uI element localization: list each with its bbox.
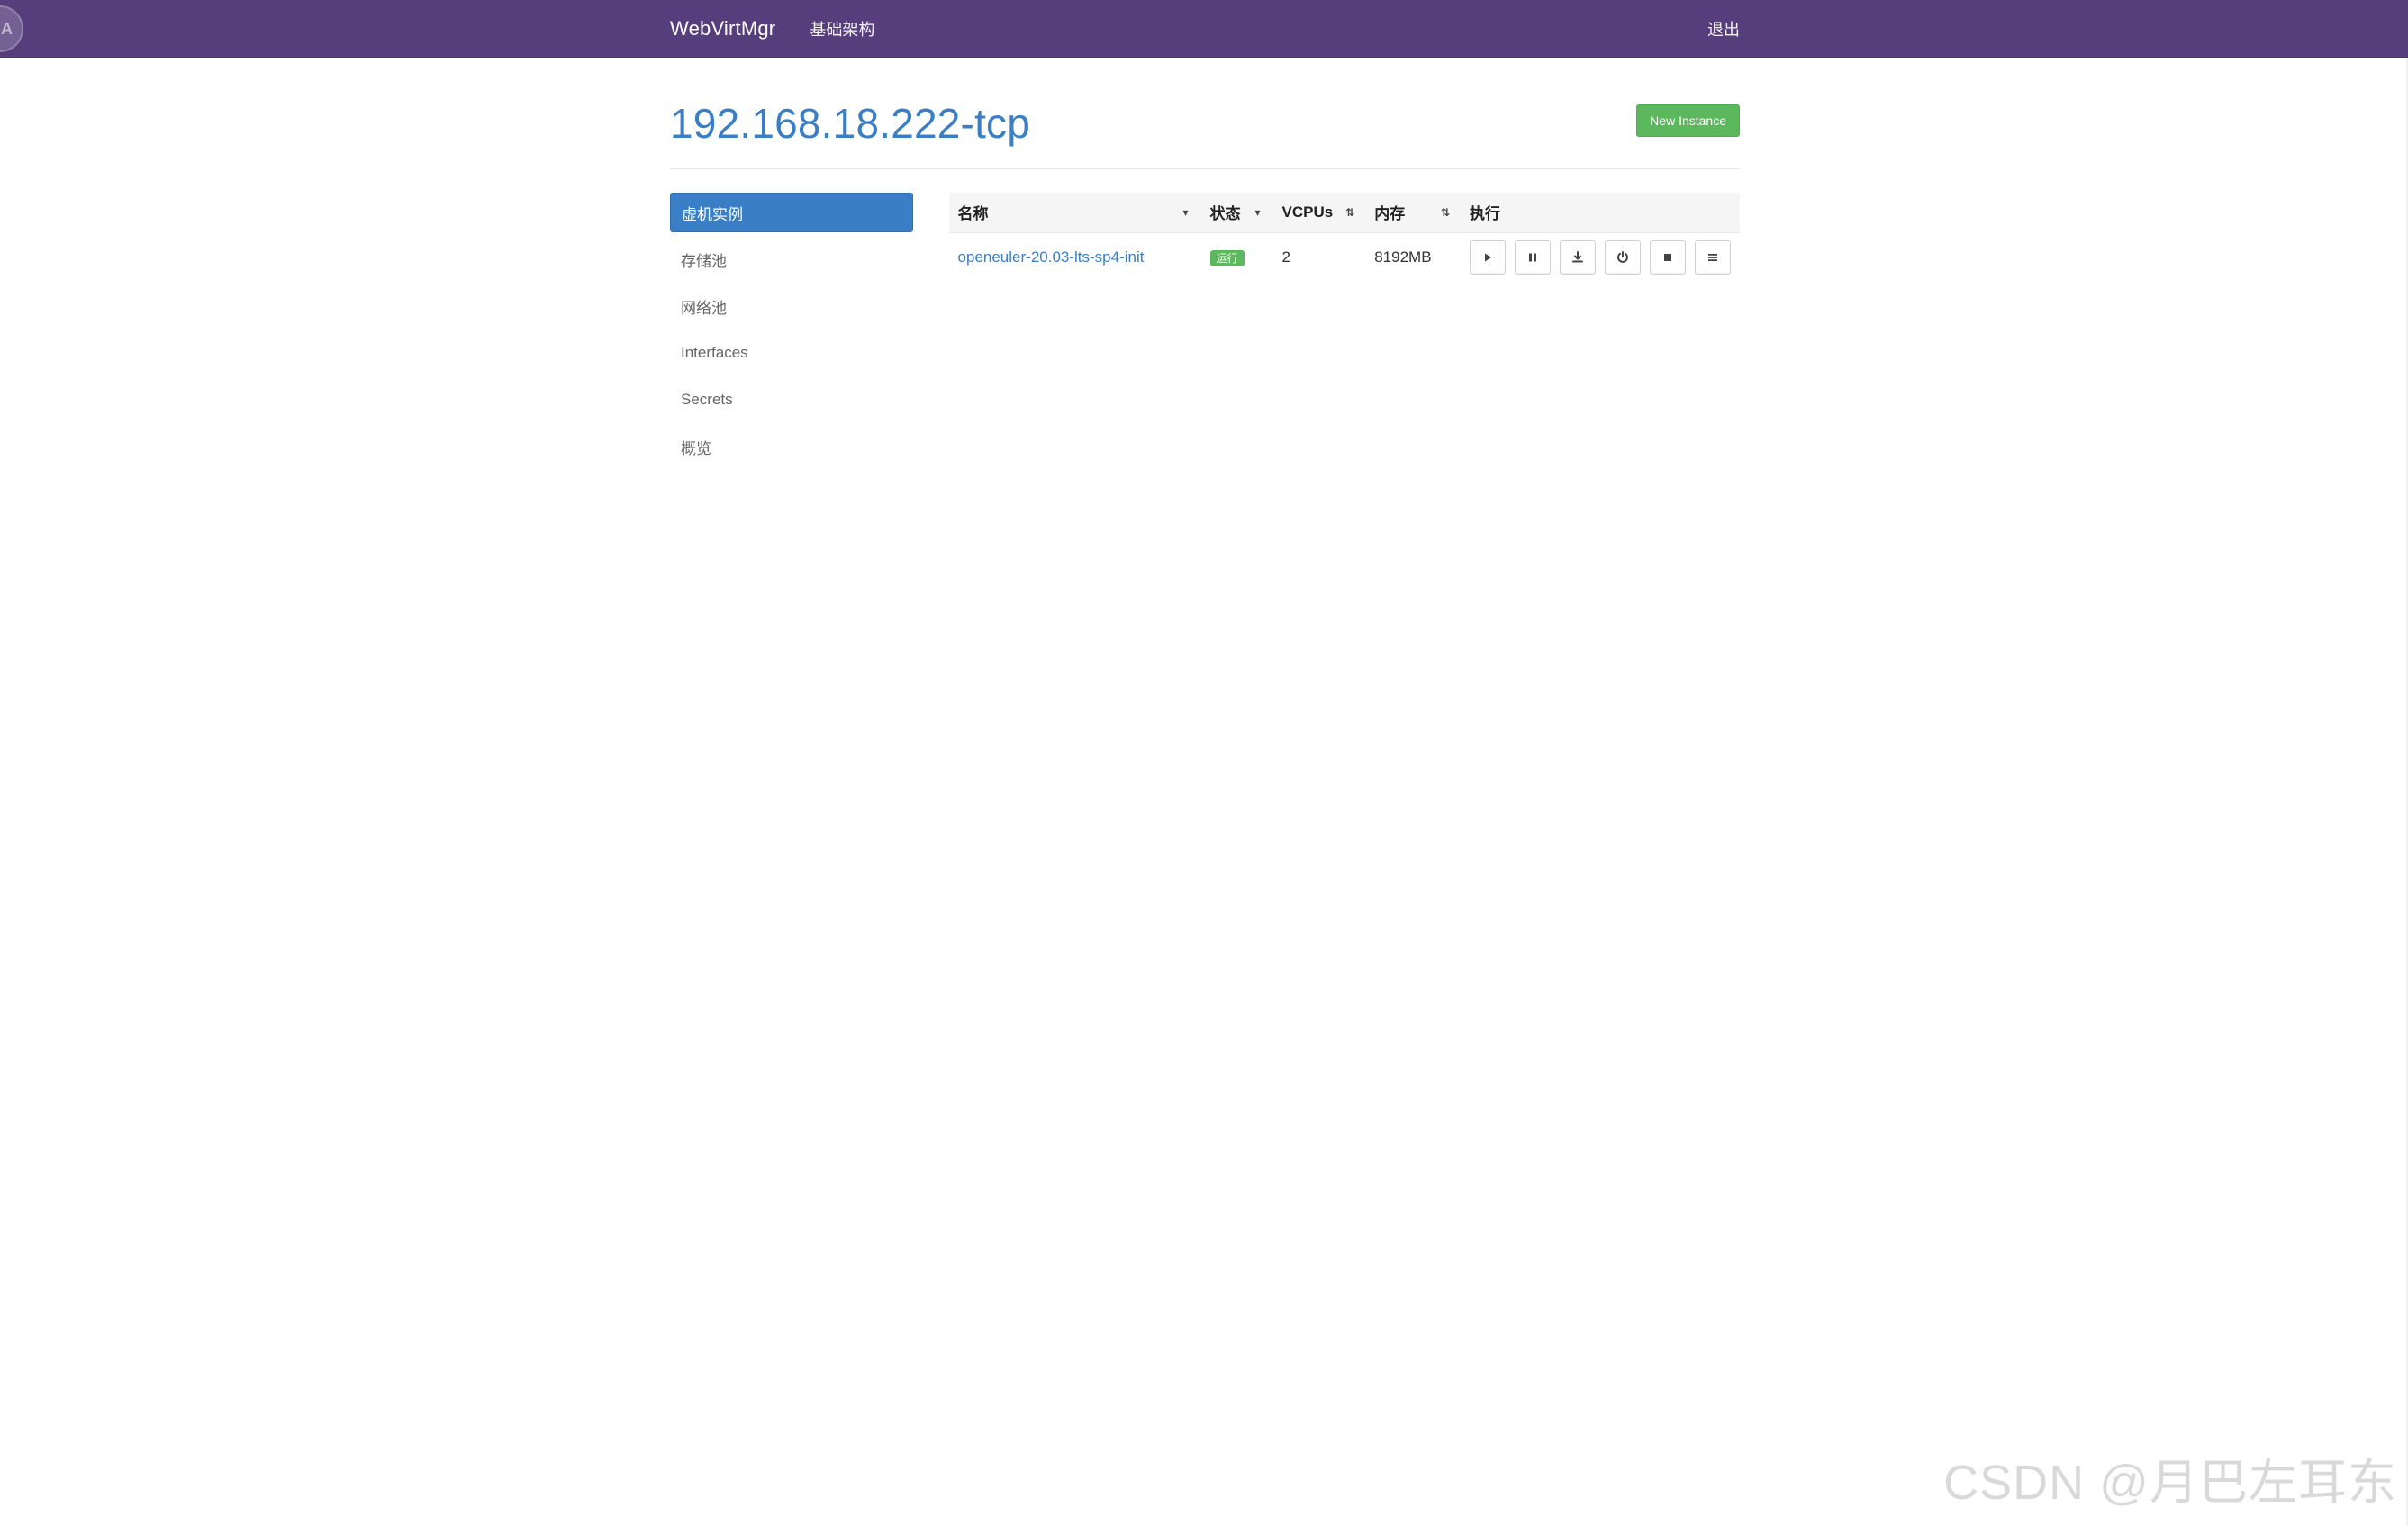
sidebar-item-interfaces[interactable]: Interfaces <box>670 333 913 373</box>
column-header-label: VCPUs <box>1281 203 1334 221</box>
page-title: 192.168.18.222-tcp <box>670 100 1031 147</box>
memory-value: 8192MB <box>1374 248 1432 266</box>
sidebar-item-label: 虚机实例 <box>682 205 743 223</box>
page-header: 192.168.18.222-tcp New Instance <box>670 58 1740 169</box>
actions-toolbar <box>1470 240 1731 275</box>
column-header-vcpus-inner: VCPUs ⇅ <box>1282 203 1357 221</box>
column-header-actions-inner: 执行 <box>1470 201 1731 223</box>
sidebar-item-network-pools[interactable]: 网络池 <box>670 286 913 326</box>
sidebar-item-storage-pools[interactable]: 存储池 <box>670 239 913 279</box>
brand-link[interactable]: WebVirtMgr <box>670 17 775 41</box>
stop-icon <box>1664 254 1671 262</box>
left-sidebar: 虚机实例 存储池 网络池 Interfaces Secrets 概览 <box>670 193 913 466</box>
sidebar-item-label: 网络池 <box>681 299 727 317</box>
top-navbar: A WebVirtMgr 基础架构 退出 <box>0 0 2408 58</box>
column-header-name-inner: 名称 ▾ <box>958 201 1192 223</box>
content-area: 虚机实例 存储池 网络池 Interfaces Secrets 概览 名称 ▾ … <box>670 193 1740 466</box>
play-icon <box>1485 253 1491 262</box>
power-icon <box>1617 251 1628 264</box>
sidebar-item-instances[interactable]: 虚机实例 <box>670 193 913 232</box>
cell-name: openeuler-20.03-lts-sp4-init <box>949 232 1201 283</box>
download-icon <box>1572 251 1583 263</box>
logout-link[interactable]: 退出 <box>1707 17 1740 41</box>
cell-vcpus: 2 <box>1273 232 1366 283</box>
csdn-watermark: CSDN @月巴左耳东 <box>1943 1456 2397 1510</box>
stop-button[interactable] <box>1650 240 1686 275</box>
sidebar-item-label: Secrets <box>681 391 733 408</box>
details-button[interactable] <box>1695 240 1731 275</box>
instances-table-head: 名称 ▾ 状态 ▾ VCPUs ⇅ 内存 ⇅ 执行 <box>948 193 1740 233</box>
menu-icon <box>1708 254 1717 262</box>
column-header-label: 内存 <box>1374 205 1406 223</box>
sidebar-item-label: Interfaces <box>681 344 748 361</box>
sort-updown-icon[interactable]: ⇅ <box>1344 206 1356 219</box>
top-navbar-inner: WebVirtMgr 基础架构 退出 <box>670 0 1740 57</box>
sort-down-icon[interactable]: ▾ <box>1180 206 1192 219</box>
sort-down-icon[interactable]: ▾ <box>1252 206 1264 219</box>
power-button[interactable] <box>1605 240 1641 275</box>
column-header-label: 名称 <box>957 205 989 223</box>
column-header-vcpus[interactable]: VCPUs ⇅ <box>1272 193 1366 233</box>
instances-table-body: openeuler-20.03-lts-sp4-init 运行 2 8192MB <box>949 232 1740 283</box>
column-header-name[interactable]: 名称 ▾ <box>948 193 1201 233</box>
column-header-actions: 执行 <box>1461 193 1740 233</box>
instance-name-link[interactable]: openeuler-20.03-lts-sp4-init <box>958 248 1145 266</box>
sidebar-item-secrets[interactable]: Secrets <box>670 380 913 420</box>
sidebar-item-label: 存储池 <box>681 252 727 270</box>
column-header-status[interactable]: 状态 ▾ <box>1200 193 1273 233</box>
sidebar-item-label: 概览 <box>681 439 711 457</box>
corner-avatar-letter: A <box>1 19 13 38</box>
new-instance-button[interactable]: New Instance <box>1636 104 1740 137</box>
column-header-memory[interactable]: 内存 ⇅ <box>1365 193 1461 233</box>
instances-table-header-row: 名称 ▾ 状态 ▾ VCPUs ⇅ 内存 ⇅ 执行 <box>948 193 1740 233</box>
column-header-memory-inner: 内存 ⇅ <box>1374 201 1452 223</box>
cell-actions <box>1461 232 1740 283</box>
sidebar-item-overview[interactable]: 概览 <box>670 427 913 466</box>
column-header-status-inner: 状态 ▾ <box>1210 201 1264 223</box>
vcpus-value: 2 <box>1281 248 1290 266</box>
cell-status: 运行 <box>1201 232 1273 283</box>
main-container: 192.168.18.222-tcp New Instance 虚机实例 存储池… <box>670 58 1740 466</box>
corner-avatar: A <box>0 5 23 52</box>
status-badge: 运行 <box>1209 250 1245 267</box>
pause-button[interactable] <box>1515 240 1551 275</box>
start-button[interactable] <box>1470 240 1506 275</box>
pause-icon <box>1529 253 1536 262</box>
sort-updown-icon[interactable]: ⇅ <box>1439 206 1452 219</box>
instances-table-wrap: 名称 ▾ 状态 ▾ VCPUs ⇅ 内存 ⇅ 执行 openeuler-20.0… <box>948 193 1740 466</box>
column-header-label: 状态 <box>1209 205 1241 223</box>
save-button[interactable] <box>1560 240 1596 275</box>
instances-table: 名称 ▾ 状态 ▾ VCPUs ⇅ 内存 ⇅ 执行 openeuler-20.0… <box>948 193 1740 283</box>
table-row: openeuler-20.03-lts-sp4-init 运行 2 8192MB <box>949 232 1740 283</box>
cell-memory: 8192MB <box>1365 232 1461 283</box>
column-header-label: 执行 <box>1470 205 1500 223</box>
nav-infrastructure-link[interactable]: 基础架构 <box>810 17 874 41</box>
